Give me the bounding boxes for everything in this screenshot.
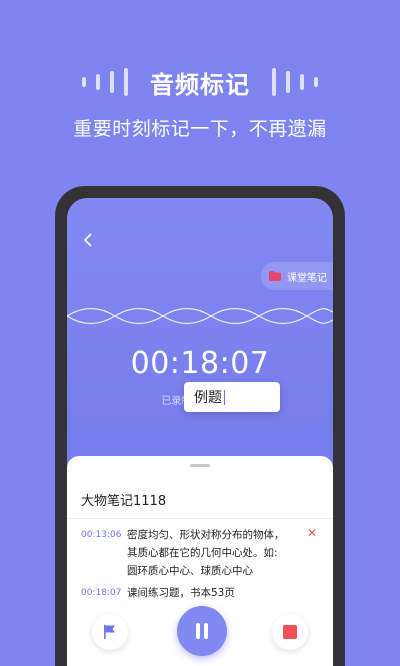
mark-text-line: 圆环质心中心、球质心中心	[127, 565, 253, 577]
sheet-handle[interactable]	[190, 464, 210, 467]
promo-subtitle: 重要时刻标记一下，不再遗漏	[73, 118, 327, 140]
back-icon[interactable]	[81, 232, 97, 248]
mark-text[interactable]: 密度均匀、形状对称分布的物体， 其质心都在它的几何中心处。如: 圆环质心中心、球…	[127, 526, 285, 580]
promo-title: 音频标记	[150, 70, 250, 99]
mark-text-line: 密度均匀、形状对称分布的物体，	[127, 529, 285, 541]
stop-button[interactable]	[272, 614, 308, 650]
right-wave-bars-icon	[272, 68, 318, 96]
folder-icon	[269, 271, 281, 281]
pause-button[interactable]	[177, 606, 227, 656]
phone-frame: 课堂笔记 00:18:07 已录制 23.61MB 大物笔记1118 00:13…	[55, 186, 345, 666]
text-caret	[224, 389, 225, 405]
mark-text[interactable]: 课间练习题，书本53页	[127, 584, 235, 602]
audio-waveform	[67, 307, 333, 325]
flag-icon	[104, 625, 115, 639]
stop-icon	[283, 625, 297, 639]
mark-time[interactable]: 00:18:07	[81, 588, 121, 598]
add-mark-button[interactable]	[92, 614, 128, 650]
close-icon[interactable]: ✕	[307, 526, 317, 540]
mark-text-line: 课间练习题，书本53页	[127, 587, 235, 599]
recording-timer: 00:18:07	[130, 346, 270, 381]
mark-edit-value: 例题	[194, 390, 222, 406]
recorder-screen: 课堂笔记 00:18:07 已录制 23.61MB 大物笔记1118 00:13…	[67, 198, 333, 666]
note-title: 大物笔记1118	[81, 494, 167, 509]
divider	[67, 518, 333, 519]
mark-edit-input[interactable]: 例题	[184, 382, 280, 412]
left-wave-bars-icon	[82, 68, 128, 96]
folder-label: 课堂笔记	[287, 272, 327, 284]
mark-text-line: 其质心都在它的几何中心处。如:	[127, 547, 278, 559]
mark-time[interactable]: 00:13:06	[81, 530, 121, 540]
promo-title-row: 音频标记	[0, 62, 400, 102]
pause-icon	[196, 623, 208, 639]
folder-chip[interactable]: 课堂笔记	[261, 262, 333, 290]
